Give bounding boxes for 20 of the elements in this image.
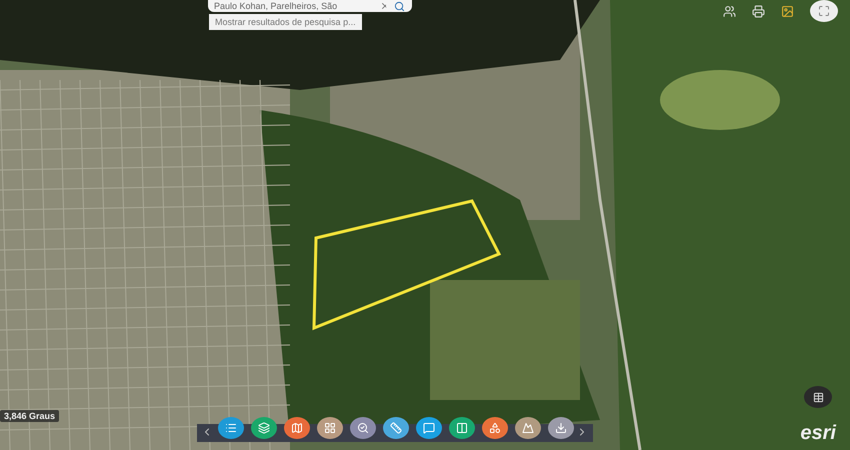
tool-icon — [456, 422, 468, 434]
printer-icon[interactable] — [752, 4, 765, 18]
tool-icon — [324, 422, 336, 434]
coordinate-label: 3,846 Graus — [0, 410, 60, 422]
search-button[interactable] — [386, 0, 412, 12]
tool-icon — [357, 422, 369, 434]
tool-icon — [390, 422, 402, 434]
tool-icon — [489, 422, 501, 434]
tool-icon — [522, 422, 534, 434]
fullscreen-icon — [818, 5, 830, 17]
esri-logo: esri — [800, 422, 836, 445]
tool-icon — [291, 422, 303, 434]
people-icon[interactable] — [723, 4, 736, 18]
tool-icon — [423, 422, 435, 434]
search-icon — [394, 0, 404, 12]
tool-icon — [555, 422, 567, 434]
image-icon[interactable] — [781, 4, 794, 18]
tool-icon — [258, 422, 270, 434]
table-icon — [812, 392, 824, 402]
search-suggestion[interactable]: Mostrar resultados de pesquisa p... — [209, 14, 362, 30]
